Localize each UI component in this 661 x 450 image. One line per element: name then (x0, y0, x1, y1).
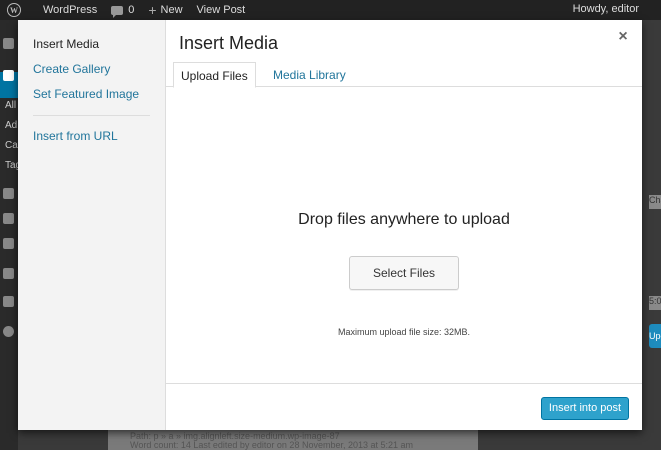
bg-side-fragment-1: Chang (649, 195, 661, 209)
update-button-fragment[interactable]: Upd (649, 324, 661, 348)
pin-icon (3, 70, 14, 81)
pages-icon[interactable] (3, 213, 14, 224)
comments-count: 0 (128, 4, 135, 16)
comments-link[interactable]: 0 (111, 4, 135, 18)
menu-label-all: All (5, 100, 17, 111)
dashboard-icon[interactable] (3, 38, 14, 49)
media-modal: Insert Media Create Gallery Set Featured… (18, 20, 642, 430)
media-router: Upload Files Media Library (166, 62, 642, 88)
menu-item-create-gallery[interactable]: Create Gallery (18, 62, 165, 87)
menu-item-insert-media[interactable]: Insert Media (18, 37, 165, 62)
drop-instructions: Drop files anywhere to upload (298, 211, 510, 228)
admin-side-menu: All Ad Cat Tag (0, 20, 21, 450)
collapse-menu-icon[interactable] (3, 326, 14, 337)
site-name-link[interactable]: WordPress (43, 4, 97, 16)
tab-media-library[interactable]: Media Library (266, 62, 353, 88)
menu-separator (33, 115, 150, 116)
media-icon[interactable] (3, 188, 14, 199)
media-toolbar: Insert into post (166, 383, 642, 430)
select-files-button[interactable]: Select Files (349, 256, 459, 290)
bg-side-fragment-2: 5:01 P (649, 296, 661, 310)
users-icon[interactable] (3, 268, 14, 279)
new-label: New (160, 4, 183, 16)
view-post-link[interactable]: View Post (197, 4, 246, 16)
menu-item-insert-from-url[interactable]: Insert from URL (18, 129, 165, 154)
account-menu[interactable]: Howdy, editor (573, 3, 639, 15)
tab-upload-files[interactable]: Upload Files (173, 62, 256, 88)
word-count: Word count: 14 Last edited by editor on … (130, 440, 414, 450)
plus-icon: + (148, 2, 157, 18)
site-name: WordPress (43, 4, 98, 16)
modal-title: Insert Media (179, 33, 279, 53)
comment-bubble-icon (111, 5, 124, 18)
close-icon[interactable]: × (614, 28, 632, 46)
comments-menu-icon[interactable] (3, 238, 14, 249)
tools-icon[interactable] (3, 296, 14, 307)
max-upload-size: Maximum upload file size: 32MB. (337, 327, 471, 337)
uploader-inline[interactable]: Drop files anywhere to upload Select Fil… (166, 88, 642, 383)
editor-footer: Path: p » a » img.alignleft.size-medium.… (108, 430, 478, 450)
howdy-label: Howdy, editor (572, 3, 639, 15)
media-frame-menu: Insert Media Create Gallery Set Featured… (18, 20, 166, 430)
wp-logo-menu[interactable]: W (0, 3, 29, 17)
menu-item-set-featured-image[interactable]: Set Featured Image (18, 87, 165, 112)
insert-into-post-button[interactable]: Insert into post (541, 397, 629, 420)
view-post-label: View Post (196, 4, 246, 16)
menu-label-add: Ad (5, 120, 18, 131)
new-content-link[interactable]: + New (148, 3, 182, 17)
wordpress-logo-icon: W (7, 3, 21, 17)
admin-bar: W WordPress 0 + New View Post Howdy, edi… (0, 0, 661, 20)
